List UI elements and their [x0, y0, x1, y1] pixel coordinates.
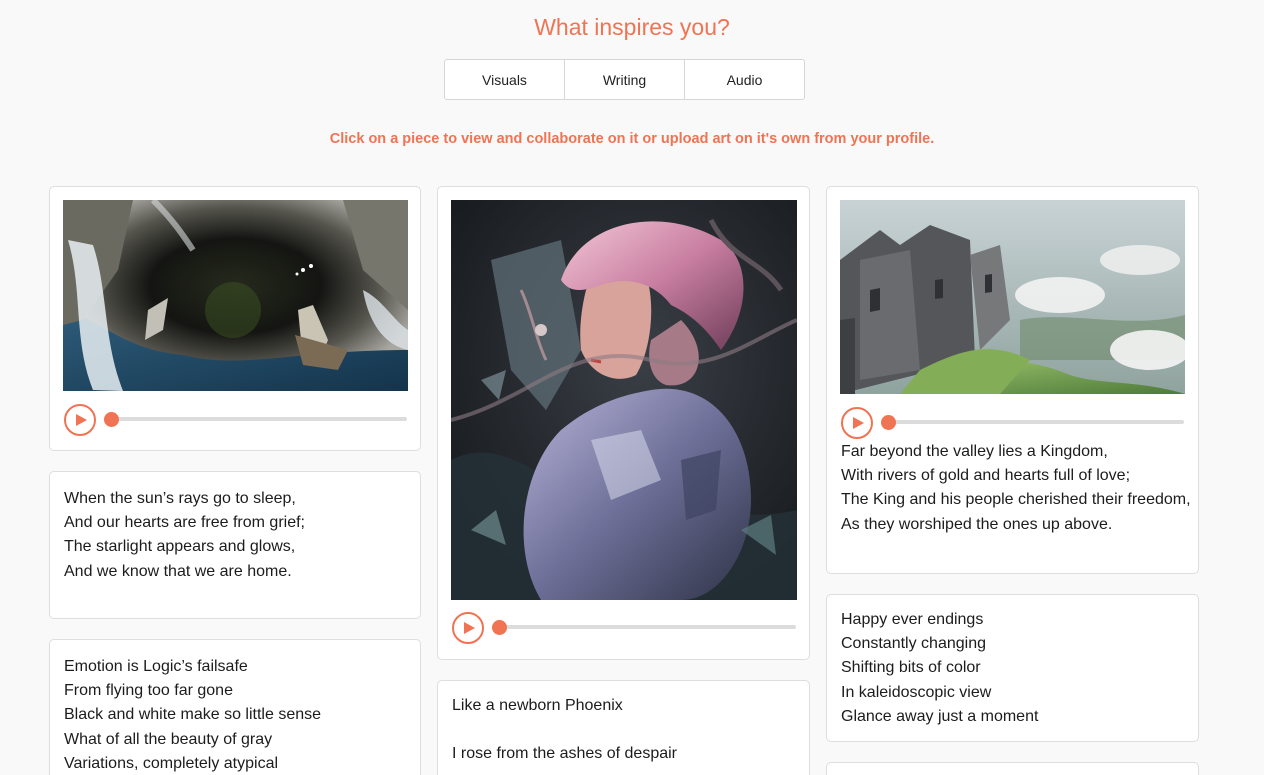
tab-writing[interactable]: Writing	[565, 60, 685, 99]
page-title: What inspires you?	[534, 14, 730, 40]
writing-card[interactable]	[826, 762, 1199, 775]
visual-card[interactable]: Far beyond the valley lies a Kingdom, Wi…	[826, 186, 1199, 574]
writing-card[interactable]: Emotion is Logic’s failsafe From flying …	[49, 639, 421, 775]
play-button[interactable]	[64, 404, 96, 436]
artwork-image	[840, 200, 1185, 394]
poem-line: Glance away just a moment	[841, 707, 1039, 725]
poem-text: Emotion is Logic’s failsafe From flying …	[64, 655, 321, 775]
audio-player	[64, 404, 407, 436]
category-tabs: Visuals Writing Audio	[444, 59, 805, 100]
poem-line: Constantly changing	[841, 635, 986, 653]
poem-line: And our hearts are free from grief;	[64, 514, 305, 532]
poem-text: Happy ever endings Constantly changing S…	[841, 608, 1038, 729]
poem-line: I rose from the ashes of despair	[452, 745, 677, 763]
audio-progress-track[interactable]	[492, 625, 796, 629]
poem-line: In kaleidoscopic view	[841, 683, 992, 701]
play-icon	[76, 414, 87, 426]
poem-line	[452, 718, 677, 742]
poem-line: The starlight appears and glows,	[64, 538, 296, 556]
poem-text: Like a newborn Phoenix I rose from the a…	[452, 694, 677, 767]
audio-player	[841, 407, 1184, 439]
instruction-text: Click on a piece to view and collaborate…	[329, 131, 935, 147]
poem-line: The King and his people cherished their …	[841, 491, 1191, 509]
poem-line: From flying too far gone	[64, 682, 233, 700]
tab-audio[interactable]: Audio	[685, 60, 804, 99]
artwork-image	[451, 200, 797, 600]
writing-card[interactable]: Happy ever endings Constantly changing S…	[826, 594, 1199, 742]
audio-progress-handle[interactable]	[104, 412, 119, 427]
tab-visuals[interactable]: Visuals	[445, 60, 565, 99]
poem-line: Like a newborn Phoenix	[452, 697, 623, 714]
waterfall-abyss-artwork[interactable]	[63, 200, 408, 391]
pink-haired-android-girl-artwork[interactable]	[451, 200, 797, 600]
cliffside-castle-artwork[interactable]	[840, 200, 1185, 394]
audio-player	[452, 612, 796, 644]
play-button[interactable]	[841, 407, 873, 439]
poem-line: When the sun’s rays go to sleep,	[64, 490, 296, 507]
inspiration-page: What inspires you? Visuals Writing Audio…	[0, 0, 1264, 775]
visual-card[interactable]	[49, 186, 421, 451]
poem-line: Far beyond the valley lies a Kingdom,	[841, 443, 1108, 460]
poem-line: Shifting bits of color	[841, 659, 981, 677]
visual-card[interactable]	[437, 186, 810, 660]
writing-card[interactable]: When the sun’s rays go to sleep, And our…	[49, 471, 421, 619]
poem-line: As they worshiped the ones up above.	[841, 515, 1113, 533]
poem-line: What of all the beauty of gray	[64, 730, 273, 748]
writing-card[interactable]: Like a newborn Phoenix I rose from the a…	[437, 680, 810, 775]
artwork-image	[63, 200, 408, 391]
audio-progress-handle[interactable]	[881, 415, 896, 430]
audio-progress-track[interactable]	[881, 420, 1184, 424]
play-icon	[464, 622, 475, 634]
poem-text: When the sun’s rays go to sleep, And our…	[64, 487, 305, 584]
poem-line: And we know that we are home.	[64, 562, 292, 580]
poem-line: With rivers of gold and hearts full of l…	[841, 467, 1131, 485]
poem-line: Happy ever endings	[841, 611, 984, 628]
play-icon	[853, 417, 864, 429]
play-button[interactable]	[452, 612, 484, 644]
poem-line: Emotion is Logic’s failsafe	[64, 658, 248, 675]
poem-text: Far beyond the valley lies a Kingdom, Wi…	[841, 440, 1191, 537]
audio-progress-track[interactable]	[104, 417, 407, 421]
poem-line: Variations, completely atypical	[64, 754, 279, 772]
audio-progress-handle[interactable]	[492, 620, 507, 635]
poem-line: Black and white make so little sense	[64, 706, 322, 724]
